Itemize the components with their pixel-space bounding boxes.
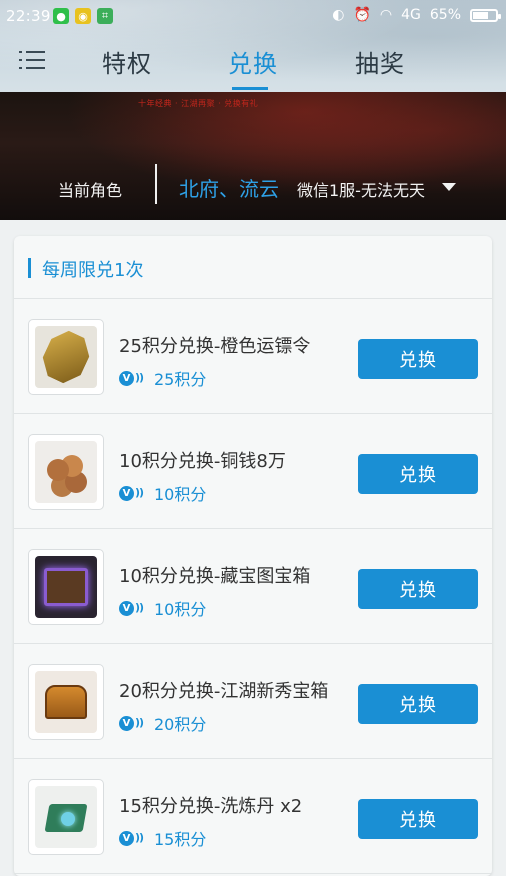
exchange-button[interactable]: 兑换 bbox=[358, 454, 478, 494]
item-cost: V15积分 bbox=[119, 826, 206, 850]
role-name[interactable]: 北府、流云 bbox=[179, 173, 279, 202]
item-thumbnail bbox=[28, 319, 104, 395]
tab-bar: 特权 兑换 抽奖 bbox=[0, 32, 506, 90]
tab-lottery[interactable]: 抽奖 bbox=[355, 44, 405, 79]
points-icon: V bbox=[119, 715, 143, 731]
list-item: 20积分兑换-江湖新秀宝箱 V20积分 兑换 bbox=[14, 644, 492, 759]
item-name: 15积分兑换-洗炼丹 x2 bbox=[119, 796, 303, 817]
item-thumbnail bbox=[28, 549, 104, 625]
escort-token-icon bbox=[35, 326, 97, 388]
item-cost: V25积分 bbox=[119, 366, 206, 390]
treasure-map-chest-icon bbox=[35, 556, 97, 618]
active-tab-indicator bbox=[232, 87, 268, 90]
points-icon: V bbox=[119, 370, 143, 386]
section-title: 每周限兑1次 bbox=[42, 260, 144, 281]
item-thumbnail bbox=[28, 664, 104, 740]
role-banner: 十年经典 · 江湖再聚 · 兑换有礼 当前角色 北府、流云 微信1服-无法无天 bbox=[0, 92, 506, 220]
list-item: 10积分兑换-铜钱8万 V10积分 兑换 bbox=[14, 414, 492, 529]
top-header: 22:39 ● ◉ ⌗ ◐ ⏰ ◠ 4G 65% 特权 兑换 抽奖 bbox=[0, 0, 506, 92]
points-icon: V bbox=[119, 830, 143, 846]
exchange-button[interactable]: 兑换 bbox=[358, 569, 478, 609]
section-accent-bar bbox=[28, 258, 31, 278]
status-right: ◐ ⏰ ◠ 4G 65% bbox=[332, 7, 501, 23]
banner-slogan: 十年经典 · 江湖再聚 · 兑换有礼 bbox=[138, 99, 259, 108]
item-name: 20积分兑换-江湖新秀宝箱 bbox=[119, 681, 329, 702]
list-item: 25积分兑换-橙色运镖令 V25积分 兑换 bbox=[14, 299, 492, 414]
item-thumbnail bbox=[28, 779, 104, 855]
exchange-button[interactable]: 兑换 bbox=[358, 684, 478, 724]
list-item: 15积分兑换-洗炼丹 x2 V15积分 兑换 bbox=[14, 759, 492, 874]
exchange-button[interactable]: 兑换 bbox=[358, 339, 478, 379]
item-cost: V10积分 bbox=[119, 596, 206, 620]
item-thumbnail bbox=[28, 434, 104, 510]
alarm-icon: ⏰ bbox=[353, 7, 371, 23]
list-item: 10积分兑换-藏宝图宝箱 V10积分 兑换 bbox=[14, 529, 492, 644]
exchange-card: 每周限兑1次 25积分兑换-橙色运镖令 V25积分 兑换 10积分兑换-铜钱8万… bbox=[14, 236, 492, 876]
app-notification-icon: ◉ bbox=[75, 8, 91, 24]
notification-icons: ● ◉ ⌗ bbox=[53, 8, 113, 24]
points-icon: V bbox=[119, 600, 143, 616]
screenshot-icon: ⌗ bbox=[97, 8, 113, 24]
tab-exchange[interactable]: 兑换 bbox=[228, 44, 278, 79]
copper-coins-icon bbox=[35, 441, 97, 503]
item-name: 10积分兑换-藏宝图宝箱 bbox=[119, 566, 311, 587]
section-header: 每周限兑1次 bbox=[14, 236, 492, 299]
role-label: 当前角色 bbox=[58, 181, 123, 200]
status-bar: 22:39 ● ◉ ⌗ ◐ ⏰ ◠ 4G 65% bbox=[0, 0, 506, 32]
menu-icon[interactable] bbox=[19, 51, 45, 71]
divider bbox=[155, 164, 157, 204]
item-name: 25积分兑换-橙色运镖令 bbox=[119, 336, 311, 357]
wechat-icon: ● bbox=[53, 8, 69, 24]
newcomer-chest-icon bbox=[35, 671, 97, 733]
item-cost: V10积分 bbox=[119, 481, 206, 505]
refining-pill-icon bbox=[35, 786, 97, 848]
item-name: 10积分兑换-铜钱8万 bbox=[119, 451, 286, 472]
item-cost: V20积分 bbox=[119, 711, 206, 735]
server-name[interactable]: 微信1服-无法无天 bbox=[297, 177, 425, 201]
battery-text: 65% bbox=[429, 7, 461, 23]
wifi-icon: ◠ bbox=[379, 7, 393, 23]
signal-network: 4G bbox=[401, 7, 421, 23]
tab-privilege[interactable]: 特权 bbox=[102, 44, 152, 79]
battery-icon bbox=[470, 8, 501, 22]
exchange-button[interactable]: 兑换 bbox=[358, 799, 478, 839]
points-icon: V bbox=[119, 485, 143, 501]
toggle-icon: ◐ bbox=[332, 7, 345, 23]
chevron-down-icon[interactable] bbox=[442, 183, 456, 191]
status-time: 22:39 bbox=[6, 7, 51, 25]
